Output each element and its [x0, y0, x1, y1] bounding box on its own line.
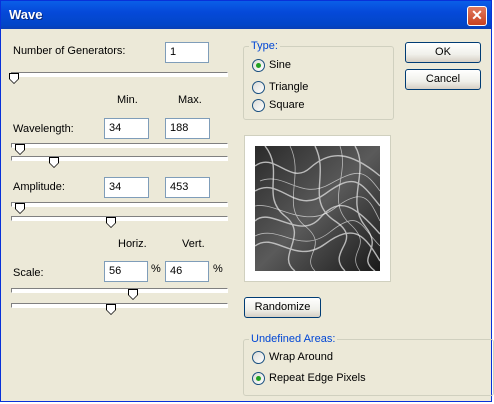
scale-horiz-unit: % — [151, 263, 161, 275]
ok-button[interactable]: OK — [405, 42, 481, 63]
amplitude-max-input[interactable]: 453 — [165, 177, 210, 198]
wrap-around-radio[interactable] — [252, 351, 265, 364]
wavelength-label: Wavelength: — [13, 123, 74, 135]
repeat-edge-pixels-label[interactable]: Repeat Edge Pixels — [269, 372, 366, 384]
scale-vert-input[interactable]: 46 — [165, 261, 209, 282]
scale-vert-slider-track[interactable] — [11, 303, 228, 308]
window-title: Wave — [9, 7, 43, 22]
amplitude-label: Amplitude: — [13, 181, 65, 193]
type-square-radio[interactable] — [252, 99, 265, 112]
wavelength-min-input[interactable]: 34 — [104, 118, 149, 139]
type-sine-label[interactable]: Sine — [269, 59, 291, 71]
wave-preview-icon — [255, 146, 380, 271]
wrap-around-label[interactable]: Wrap Around — [269, 351, 333, 363]
min-header: Min. — [117, 94, 138, 106]
undefined-areas-title: Undefined Areas: — [249, 333, 338, 345]
wavelength-min-slider-track[interactable] — [11, 143, 228, 148]
amplitude-max-slider-track[interactable] — [11, 216, 228, 221]
generators-slider-track[interactable] — [11, 72, 228, 77]
type-sine-radio[interactable] — [252, 59, 265, 72]
type-triangle-radio[interactable] — [252, 81, 265, 94]
generators-input[interactable]: 1 — [165, 42, 209, 63]
type-square-label[interactable]: Square — [269, 99, 304, 111]
title-bar[interactable]: Wave ✕ — [1, 1, 491, 29]
wavelength-max-slider-track[interactable] — [11, 156, 228, 161]
scale-horiz-slider-track[interactable] — [11, 288, 228, 293]
randomize-button[interactable]: Randomize — [244, 297, 321, 318]
generators-label: Number of Generators: — [13, 45, 126, 57]
preview-frame — [244, 135, 391, 282]
scale-vert-unit: % — [213, 263, 223, 275]
type-group-title: Type: — [249, 40, 280, 52]
vert-header: Vert. — [182, 238, 205, 250]
wave-dialog: Wave ✕ Number of Generators: 1 Min. Max.… — [0, 0, 494, 402]
scale-label: Scale: — [13, 267, 44, 279]
max-header: Max. — [178, 94, 202, 106]
repeat-edge-pixels-radio[interactable] — [252, 372, 265, 385]
type-group — [243, 46, 394, 120]
undefined-areas-group — [243, 339, 494, 396]
amplitude-min-input[interactable]: 34 — [104, 177, 149, 198]
horiz-header: Horiz. — [118, 238, 147, 250]
amplitude-min-slider-track[interactable] — [11, 202, 228, 207]
close-button[interactable]: ✕ — [467, 6, 487, 26]
type-triangle-label[interactable]: Triangle — [269, 81, 308, 93]
cancel-button[interactable]: Cancel — [405, 69, 481, 90]
wavelength-max-input[interactable]: 188 — [165, 118, 210, 139]
scale-horiz-input[interactable]: 56 — [104, 261, 148, 282]
